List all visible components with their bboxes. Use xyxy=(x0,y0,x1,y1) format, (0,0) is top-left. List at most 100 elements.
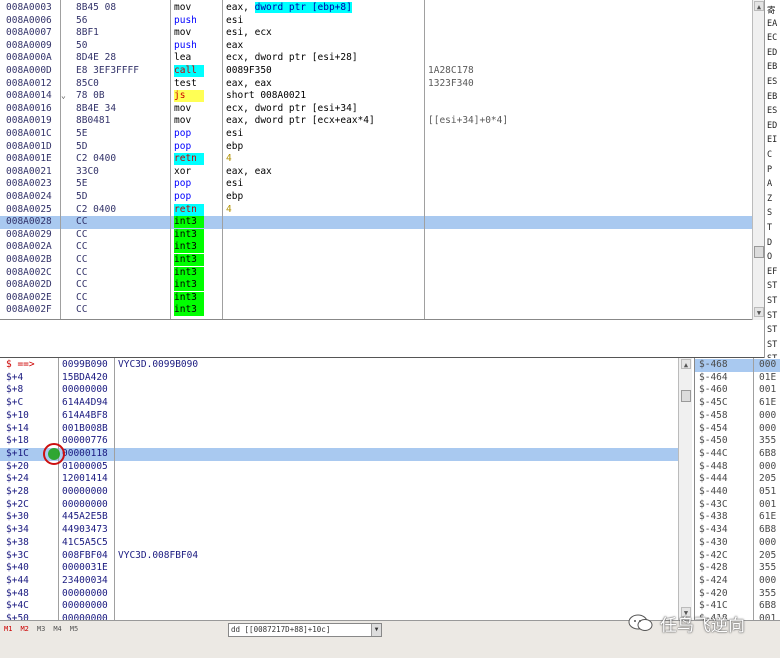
stack-row[interactable]: $+4C 00000000 xyxy=(0,600,678,613)
stack-row[interactable]: $+8 00000000 xyxy=(0,384,678,397)
disasm-row[interactable]: 008A0006 56 push esi xyxy=(0,15,752,28)
stack-secondary-row[interactable]: $-42C 205 xyxy=(695,550,780,563)
info-pane[interactable] xyxy=(0,320,764,358)
disasm-row[interactable]: 008A000D E8 3EF3FFFF call 0089F350 1A28C178 xyxy=(0,65,752,78)
disasm-row[interactable]: 008A000A 8D4E 28 lea ecx, dword ptr [esi+28… xyxy=(0,52,752,65)
disasm-row[interactable]: 008A0019 8B0481 mov eax, dword ptr [ecx+eax… xyxy=(0,115,752,128)
disasm-row[interactable]: 008A0024 5D pop ebp xyxy=(0,191,752,204)
disasm-row[interactable]: 008A0025 C2 0400 retn 4 xyxy=(0,203,752,217)
stack-row[interactable]: $+20 01000005 xyxy=(0,461,678,474)
scroll-up-arrow-icon[interactable]: ▲ xyxy=(681,359,691,369)
disasm-row[interactable]: 008A0029 CC int3 xyxy=(0,228,752,242)
stack-row[interactable]: $+30 445A2E5B xyxy=(0,511,678,524)
scroll-up-arrow-icon[interactable]: ▲ xyxy=(754,1,764,11)
register-label: ED xyxy=(767,47,778,58)
disasm-row[interactable]: 008A001D 5D pop ebp xyxy=(0,141,752,154)
disasm-row[interactable]: 008A0007 8BF1 mov esi, ecx xyxy=(0,27,752,40)
memory-tab[interactable]: M5 xyxy=(70,625,78,633)
stack-secondary-pane[interactable]: $-468 000 $-464 01E $-460 001 $-45C 61E $-458 000… xyxy=(694,358,780,620)
disasm-row[interactable]: 008A0021 33C0 xor eax, eax xyxy=(0,166,752,179)
scroll-down-arrow-icon[interactable]: ▼ xyxy=(754,307,764,317)
stack-row[interactable]: $+40 0000031E xyxy=(0,562,678,575)
stack-row[interactable]: $+38 41C5A5C5 xyxy=(0,537,678,550)
disasm-row[interactable]: 008A002B CC int3 xyxy=(0,254,752,267)
dropdown-arrow-icon[interactable]: ▼ xyxy=(371,624,381,636)
stack-secondary-row[interactable]: $-44C 6B8 xyxy=(695,448,780,461)
stack-row[interactable]: $+2C 00000000 xyxy=(0,499,678,512)
registers-pane[interactable]: 寄EAECEDEBESEBESEDEICPAZSTDOEFSTSTSTSTSTS… xyxy=(764,0,780,390)
disasm-row[interactable]: 008A0028 CC int3 xyxy=(0,216,752,229)
disasm-row[interactable]: 008A0009 50 push eax xyxy=(0,40,752,53)
disassembly-scrollbar[interactable]: ▲ ▼ xyxy=(752,0,764,320)
stack-secondary-row[interactable]: $-430 000 xyxy=(695,537,780,550)
address: 008A0014 xyxy=(6,90,52,102)
disasm-row[interactable]: 008A0003 8B45 08 mov eax, dword ptr [ebp+8] xyxy=(0,2,752,15)
stack-secondary-row[interactable]: $-460 001 xyxy=(695,384,780,397)
stack-secondary-row[interactable]: $-454 000 xyxy=(695,423,780,436)
memory-tab[interactable]: M4 xyxy=(53,625,61,633)
stack-row[interactable]: $+44 23400034 xyxy=(0,575,678,588)
stack-row[interactable]: $+28 00000000 xyxy=(0,486,678,499)
address: 008A002D xyxy=(6,279,52,291)
address: 008A0025 xyxy=(6,203,52,215)
disasm-row[interactable]: 008A002F CC int3 xyxy=(0,304,752,317)
stack-secondary-row[interactable]: $-464 01E xyxy=(695,372,780,385)
stack-secondary-row[interactable]: $-438 61E xyxy=(695,511,780,524)
stack-row[interactable]: $+24 12001414 xyxy=(0,473,678,486)
stack-secondary-row[interactable]: $-428 355 xyxy=(695,562,780,575)
stack-secondary-row[interactable]: $-444 205 xyxy=(695,473,780,486)
register-label: EA xyxy=(767,18,778,29)
stack-secondary-row[interactable]: $-448 000 xyxy=(695,461,780,474)
disasm-row[interactable]: 008A001C 5E pop esi xyxy=(0,128,752,141)
stack-secondary-row[interactable]: $-450 355 xyxy=(695,435,780,448)
disasm-row[interactable]: 008A0023 5E pop esi xyxy=(0,178,752,191)
address: 008A002A xyxy=(6,241,52,253)
disasm-row[interactable]: 008A001E C2 0400 retn 4 xyxy=(0,153,752,166)
stack-pane[interactable]: $ ==> 0099B090 VYC3D.0099B090 $+4 15BDA420 $+… xyxy=(0,358,678,620)
disasm-row[interactable]: 008A0014 ⌄ 78 0B js short 008A0021 xyxy=(0,90,752,103)
disasm-row[interactable]: 008A002E CC int3 xyxy=(0,291,752,305)
stack-secondary-row[interactable]: $-468 000 xyxy=(695,359,780,372)
disasm-row[interactable]: 008A0016 8B4E 34 mov ecx, dword ptr [esi+34… xyxy=(0,103,752,116)
register-label: ES xyxy=(767,106,778,117)
disasm-row[interactable]: 008A0012 85C0 test eax, eax 1323F340 xyxy=(0,78,752,91)
stack-offset: $+4C xyxy=(6,600,29,612)
memory-tab[interactable]: M3 xyxy=(37,625,45,633)
stack-row[interactable]: $+48 00000000 xyxy=(0,588,678,601)
operands: esi xyxy=(226,178,243,191)
stack-row[interactable]: $+50 00000000 xyxy=(0,613,678,620)
memory-tab[interactable]: M2 xyxy=(20,625,28,633)
disasm-row[interactable]: 008A002A CC int3 xyxy=(0,241,752,254)
memory-tab[interactable]: M1 xyxy=(4,625,12,633)
opcode-bytes: CC xyxy=(76,254,88,265)
stack-row[interactable]: $+34 44903473 xyxy=(0,524,678,537)
stack-row[interactable]: $+18 00000776 xyxy=(0,435,678,448)
stack-row[interactable]: $+C 614A4D94 xyxy=(0,397,678,410)
stack-row[interactable]: $+1C 00000118 xyxy=(0,447,678,461)
mnemonic: mov xyxy=(174,115,192,127)
disasm-row[interactable]: 008A002D CC int3 xyxy=(0,279,752,292)
stack-secondary-row[interactable]: $-458 000 xyxy=(695,410,780,423)
stack-secondary-row[interactable]: $-43C 001 xyxy=(695,499,780,512)
stack-secondary-row[interactable]: $-420 355 xyxy=(695,588,780,601)
stack-row[interactable]: $+10 614A4BF8 xyxy=(0,410,678,423)
stack-row[interactable]: $+4 15BDA420 xyxy=(0,372,678,385)
stack-row[interactable]: $+3C 008FBF04 VYC3D.008FBF04 xyxy=(0,550,678,563)
stack-value: 44903473 xyxy=(62,524,108,536)
stack-secondary-row[interactable]: $-424 000 xyxy=(695,575,780,588)
stack-offset: $-44C xyxy=(699,447,728,459)
stack-row[interactable]: $+14 001B008B xyxy=(0,423,678,436)
disasm-row[interactable]: 008A002C CC int3 xyxy=(0,266,752,280)
stack-offset: $+30 xyxy=(6,511,29,523)
stack-scrollbar[interactable]: ▲ ▼ xyxy=(678,358,692,620)
stack-secondary-row[interactable]: $-45C 61E xyxy=(695,397,780,410)
scroll-thumb[interactable] xyxy=(681,390,691,402)
stack-row[interactable]: $ ==> 0099B090 VYC3D.0099B090 xyxy=(0,359,678,372)
command-input[interactable]: dd [[0087217D+88]+10c] ▼ xyxy=(228,623,382,637)
stack-secondary-row[interactable]: $-440 051 xyxy=(695,486,780,499)
stack-secondary-row[interactable]: $-434 6B8 xyxy=(695,524,780,537)
stack-value: 000 xyxy=(759,536,777,548)
disassembly-pane[interactable]: 008A0003 8B45 08 mov eax, dword ptr [ebp+8]… xyxy=(0,0,752,320)
scroll-thumb[interactable] xyxy=(754,246,764,258)
operands: short 008A0021 xyxy=(226,90,306,103)
